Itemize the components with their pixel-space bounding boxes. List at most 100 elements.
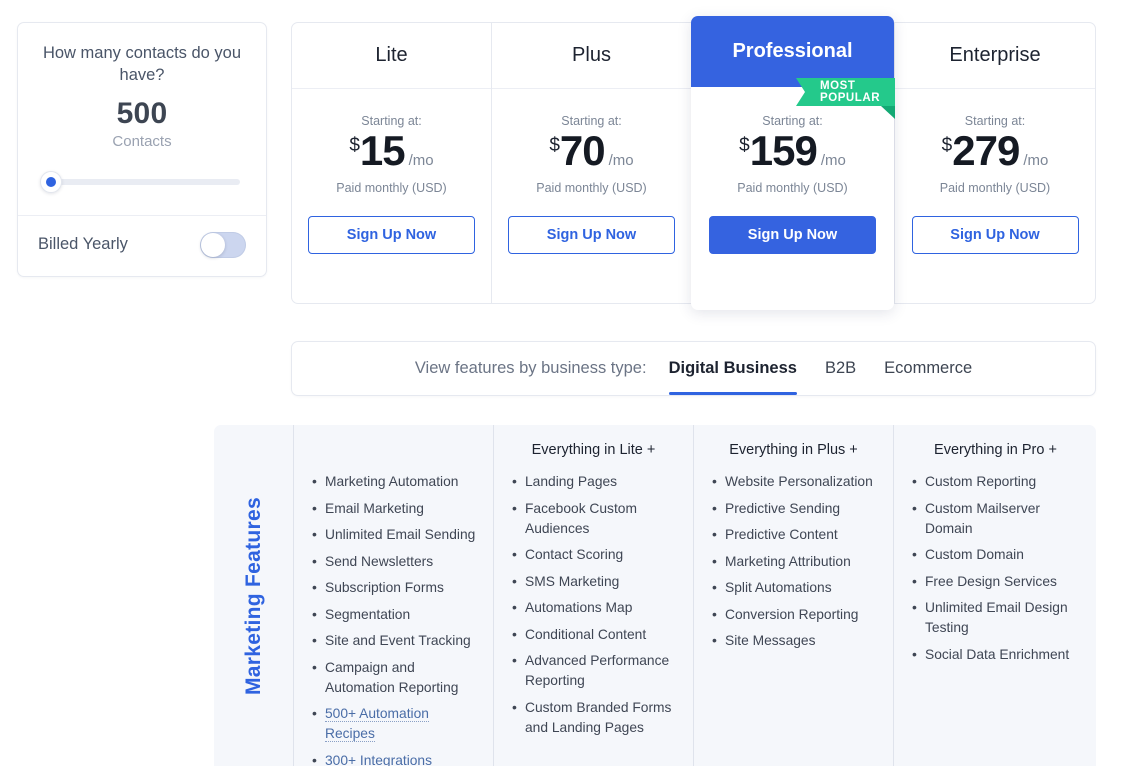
features-matrix: Marketing Features Marketing Automation …	[214, 425, 1096, 766]
tab-ecommerce[interactable]: Ecommerce	[884, 359, 972, 395]
signup-button-professional[interactable]: Sign Up Now	[709, 216, 876, 254]
feature-text: Campaign and Automation Reporting	[325, 660, 458, 695]
feature-item: Custom Branded Forms and Landing Pages	[525, 698, 678, 738]
feature-text: Facebook Custom Audiences	[525, 501, 637, 536]
plan-header: Plus	[492, 23, 691, 89]
price-row: $ 70 /mo	[492, 130, 691, 172]
price-row: $ 15 /mo	[292, 130, 491, 172]
feature-text: Site and Event Tracking	[325, 633, 471, 648]
feature-item: SMS Marketing	[525, 572, 678, 592]
business-type-label: View features by business type:	[415, 359, 647, 378]
features-column-heading	[309, 442, 478, 460]
feature-item: Subscription Forms	[325, 578, 478, 598]
feature-text: Automations Map	[525, 600, 632, 615]
plan-card-lite: Lite Starting at: $ 15 /mo Paid monthly …	[291, 22, 492, 304]
feature-item: Website Personalization	[725, 472, 878, 492]
billed-yearly-label: Billed Yearly	[38, 235, 128, 254]
feature-item: Conditional Content	[525, 625, 678, 645]
feature-text: Segmentation	[325, 607, 410, 622]
feature-item: Unlimited Email Design Testing	[925, 598, 1082, 638]
feature-text: Split Automations	[725, 580, 832, 595]
plan-name: Plus	[572, 44, 611, 67]
feature-item: Advanced Performance Reporting	[525, 651, 678, 691]
plan-card-enterprise: Enterprise Starting at: $ 279 /mo Paid m…	[894, 22, 1096, 304]
feature-text: SMS Marketing	[525, 574, 619, 589]
slider-handle[interactable]	[40, 171, 62, 193]
feature-item: Custom Mailserver Domain	[925, 499, 1082, 539]
currency-symbol: $	[739, 136, 750, 155]
feature-text: Custom Reporting	[925, 474, 1036, 489]
feature-item: Marketing Attribution	[725, 552, 878, 572]
feature-link-automation-recipes[interactable]: 500+ Automation Recipes	[325, 706, 429, 742]
contacts-unit-label: Contacts	[40, 133, 244, 150]
price-period: /mo	[1023, 153, 1048, 168]
price-amount: 15	[360, 130, 405, 172]
plan-header-featured: Professional	[691, 16, 894, 87]
price-amount: 70	[560, 130, 605, 172]
contacts-slider[interactable]	[40, 171, 244, 193]
contacts-count: 500	[40, 97, 244, 130]
signup-button-plus[interactable]: Sign Up Now	[508, 216, 675, 254]
features-column-plus: Everything in Lite + Landing Pages Faceb…	[494, 425, 694, 766]
feature-link-integrations[interactable]: 300+ Integrations	[325, 753, 432, 766]
feature-text: Unlimited Email Design Testing	[925, 600, 1068, 635]
feature-item: Custom Domain	[925, 545, 1082, 565]
tab-b2b[interactable]: B2B	[825, 359, 856, 395]
paid-note: Paid monthly (USD)	[691, 181, 894, 195]
contacts-estimator-card: How many contacts do you have? 500 Conta…	[17, 22, 267, 277]
feature-text: Predictive Sending	[725, 501, 840, 516]
plan-body: Starting at: $ 70 /mo Paid monthly (USD)…	[492, 89, 691, 254]
feature-item: Campaign and Automation Reporting	[325, 658, 478, 698]
features-column-lite: Marketing Automation Email Marketing Unl…	[294, 425, 494, 766]
starting-at-label: Starting at:	[492, 114, 691, 128]
feature-text: Social Data Enrichment	[925, 647, 1069, 662]
feature-item: Site Messages	[725, 631, 878, 651]
feature-item: Conversion Reporting	[725, 605, 878, 625]
feature-item: Free Design Services	[925, 572, 1082, 592]
feature-text: Custom Domain	[925, 547, 1024, 562]
feature-text: Contact Scoring	[525, 547, 623, 562]
plan-card-professional: Professional MOST POPULAR Starting at: $…	[691, 16, 894, 310]
currency-symbol: $	[349, 136, 360, 155]
feature-item: Social Data Enrichment	[925, 645, 1082, 665]
feature-text: Free Design Services	[925, 574, 1057, 589]
feature-item: Site and Event Tracking	[325, 631, 478, 651]
feature-text: Predictive Content	[725, 527, 838, 542]
feature-text: Custom Branded Forms and Landing Pages	[525, 700, 671, 735]
plan-header: Enterprise	[895, 23, 1095, 89]
starting-at-label: Starting at:	[895, 114, 1095, 128]
feature-text: Custom Mailserver Domain	[925, 501, 1040, 536]
features-list: Landing Pages Facebook Custom Audiences …	[509, 472, 678, 738]
features-list: Marketing Automation Email Marketing Unl…	[309, 472, 478, 766]
plan-card-plus: Plus Starting at: $ 70 /mo Paid monthly …	[491, 22, 692, 304]
price-row: $ 159 /mo	[691, 130, 894, 172]
features-list: Website Personalization Predictive Sendi…	[709, 472, 878, 651]
feature-text: Marketing Automation	[325, 474, 458, 489]
features-column-heading: Everything in Pro +	[909, 442, 1082, 460]
feature-text: Subscription Forms	[325, 580, 444, 595]
signup-button-lite[interactable]: Sign Up Now	[308, 216, 475, 254]
billing-cycle-row: Billed Yearly	[18, 216, 266, 276]
billed-yearly-toggle[interactable]	[200, 232, 246, 258]
tab-digital-business[interactable]: Digital Business	[669, 359, 797, 395]
starting-at-label: Starting at:	[292, 114, 491, 128]
signup-button-enterprise[interactable]: Sign Up Now	[912, 216, 1079, 254]
feature-item-link[interactable]: 500+ Automation Recipes	[325, 704, 478, 744]
currency-symbol: $	[942, 136, 953, 155]
currency-symbol: $	[549, 136, 560, 155]
features-section-label-column: Marketing Features	[214, 425, 294, 766]
features-column-enterprise: Everything in Pro + Custom Reporting Cus…	[894, 425, 1096, 766]
feature-item: Automations Map	[525, 598, 678, 618]
feature-text: Landing Pages	[525, 474, 617, 489]
toggle-knob	[201, 233, 225, 257]
feature-text: Unlimited Email Sending	[325, 527, 475, 542]
paid-note: Paid monthly (USD)	[895, 181, 1095, 195]
feature-item-link[interactable]: 300+ Integrations	[325, 751, 478, 766]
feature-item: Email Marketing	[325, 499, 478, 519]
slider-track[interactable]	[52, 179, 240, 185]
price-amount: 279	[952, 130, 1019, 172]
price-amount: 159	[750, 130, 817, 172]
feature-text: Website Personalization	[725, 474, 873, 489]
feature-item: Split Automations	[725, 578, 878, 598]
starting-at-label: Starting at:	[691, 114, 894, 128]
